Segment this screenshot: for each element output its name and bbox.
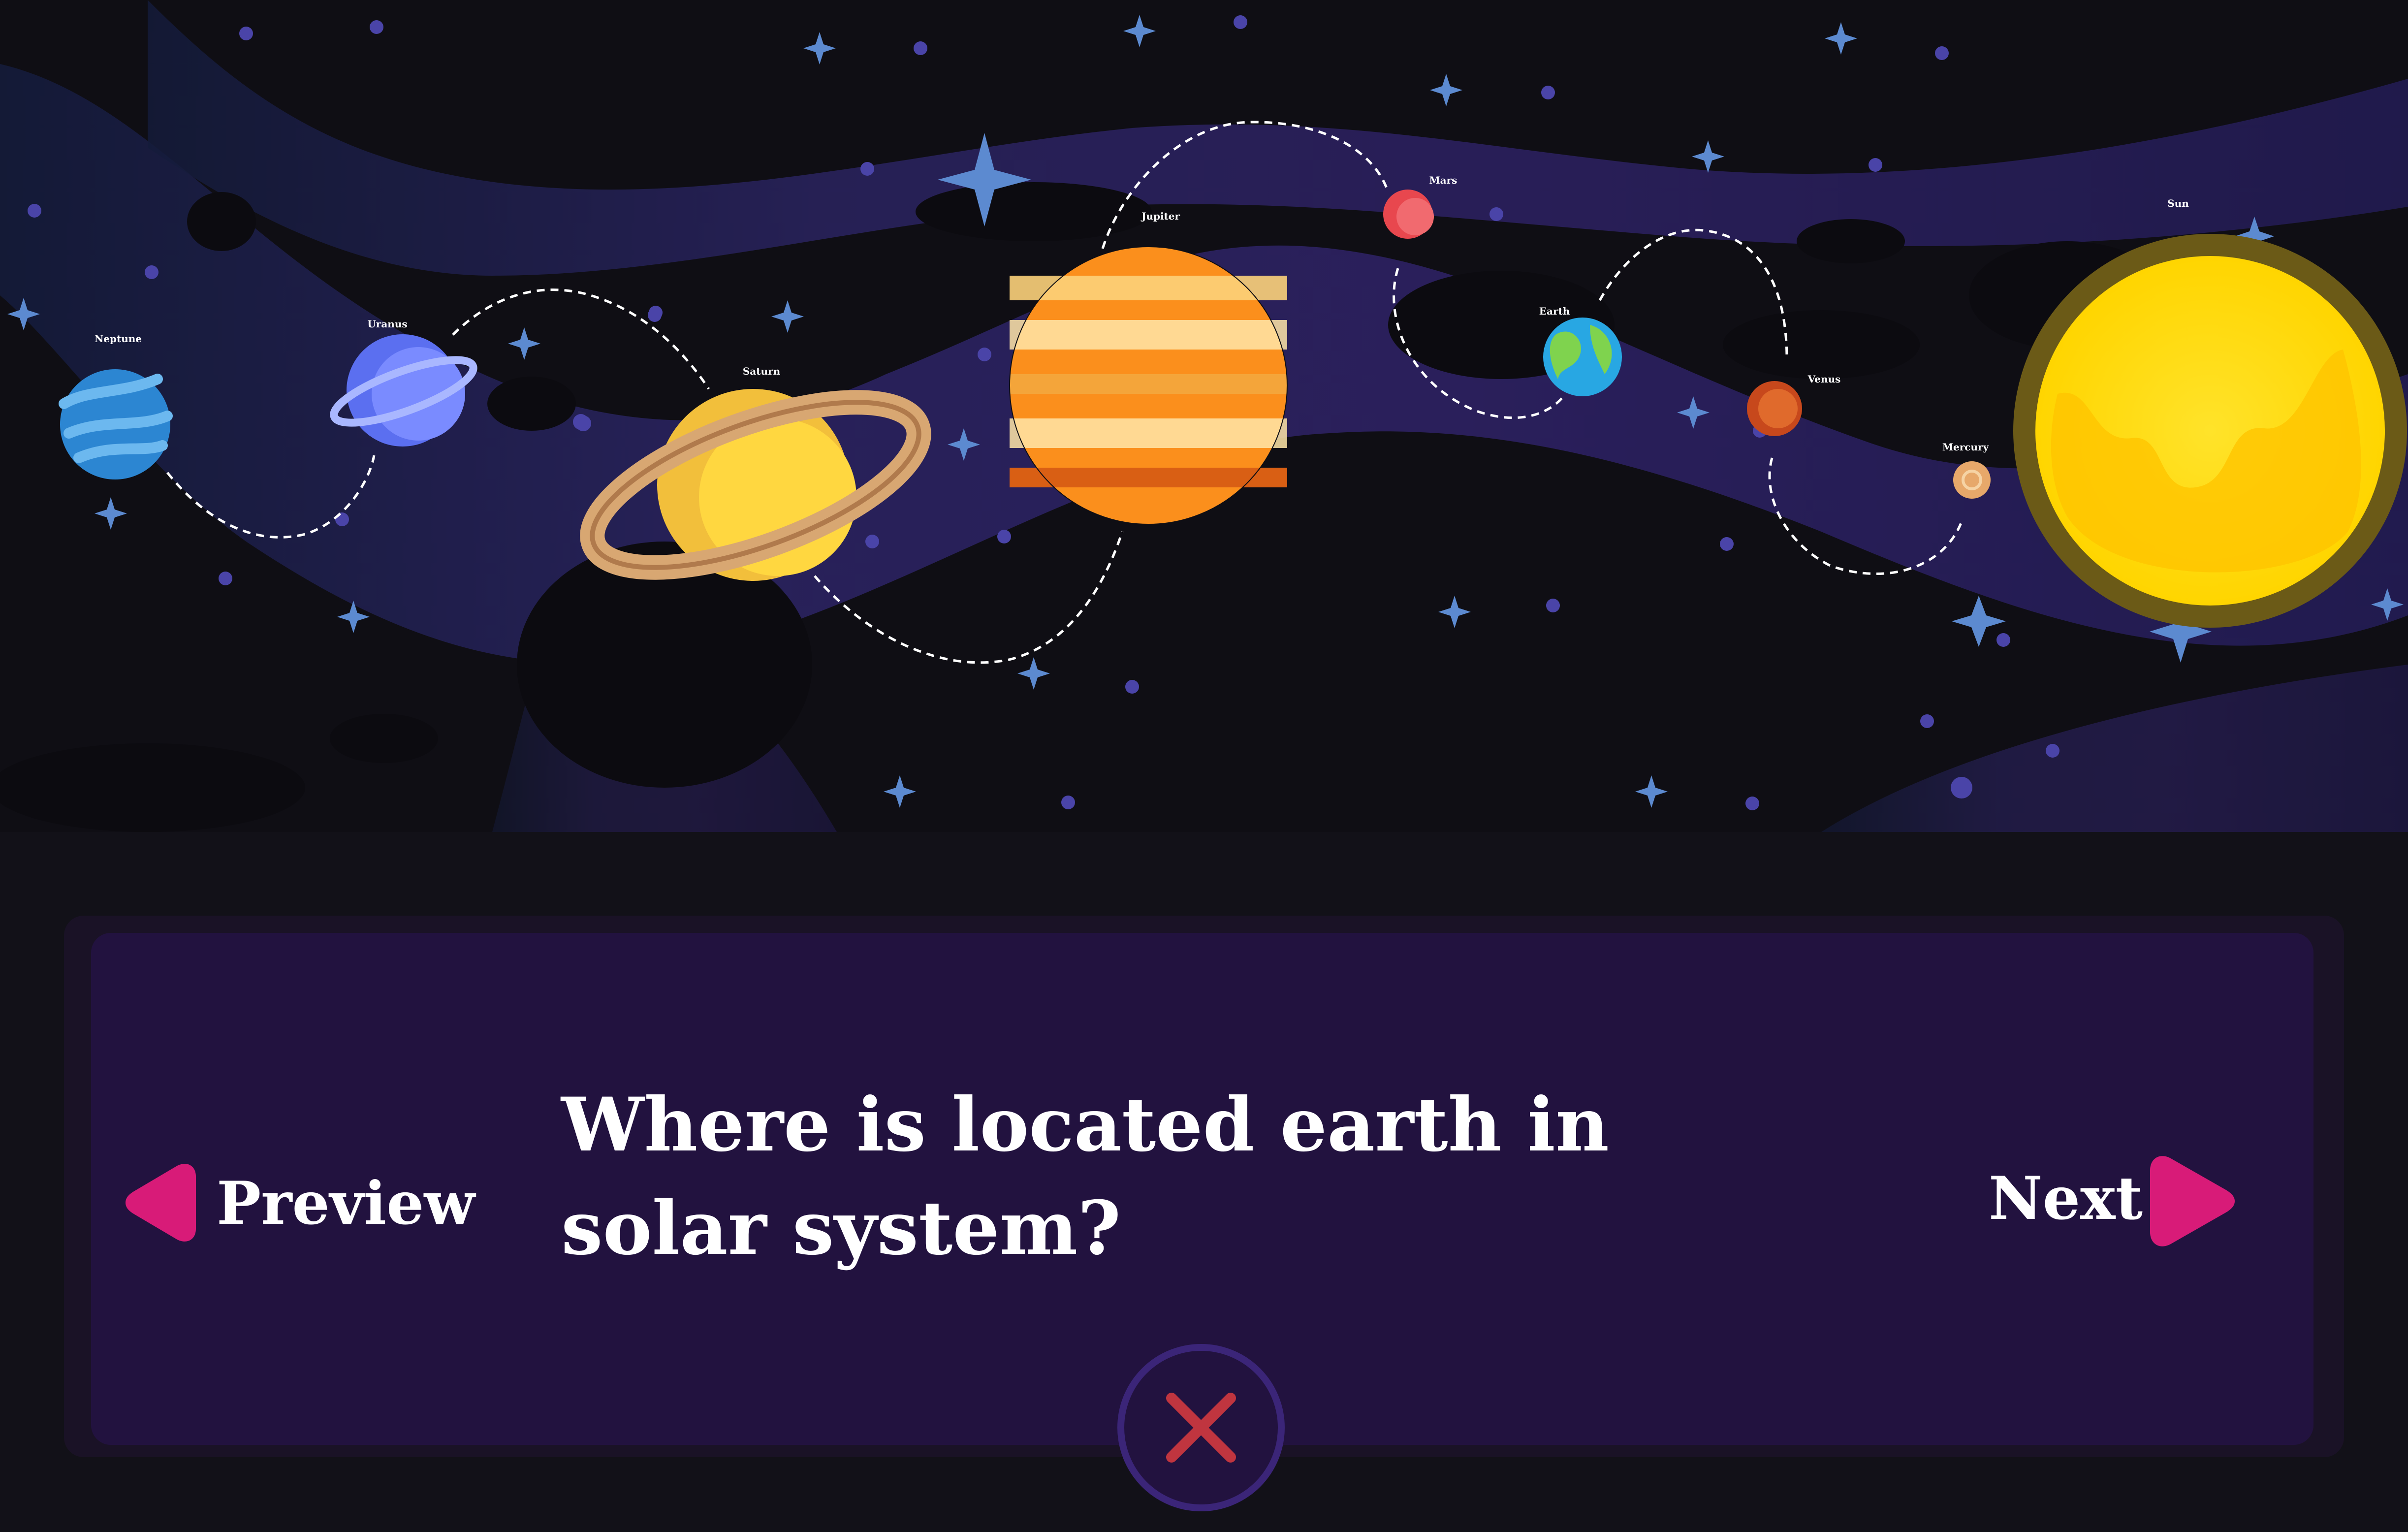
earth-label: Earth xyxy=(1539,305,1570,317)
neptune-planet xyxy=(59,369,173,479)
venus-label: Venus xyxy=(1807,373,1841,385)
close-button[interactable] xyxy=(1117,1344,1285,1511)
question-text: Where is located earth in solar system? xyxy=(561,1082,1609,1272)
jupiter-label: Jupiter xyxy=(1141,210,1180,222)
mercury-label: Mercury xyxy=(1942,441,1989,453)
earth-planet xyxy=(1543,318,1622,396)
uranus-label: Uranus xyxy=(367,318,408,330)
preview-label: Preview xyxy=(217,1169,475,1238)
neptune-label: Neptune xyxy=(94,333,142,345)
triangle-right-icon xyxy=(2150,1156,2235,1246)
triangle-left-icon xyxy=(126,1164,196,1242)
next-label: Next xyxy=(1989,1164,2143,1233)
space-background xyxy=(0,0,2408,832)
mars-label: Mars xyxy=(1429,174,1457,186)
close-x-icon xyxy=(1166,1393,1236,1463)
sun xyxy=(2013,234,2407,628)
solar-system-scene: Neptune Uranus Saturn Jupiter Mars Earth… xyxy=(0,0,2408,832)
venus-planet xyxy=(1747,381,1802,436)
saturn-label: Saturn xyxy=(742,365,781,377)
mercury-planet xyxy=(1953,461,1991,499)
next-button[interactable]: Next xyxy=(1989,1152,2240,1250)
sun-label: Sun xyxy=(2167,197,2189,209)
preview-button[interactable]: Preview xyxy=(118,1157,475,1245)
jupiter-planet xyxy=(1009,246,1288,525)
